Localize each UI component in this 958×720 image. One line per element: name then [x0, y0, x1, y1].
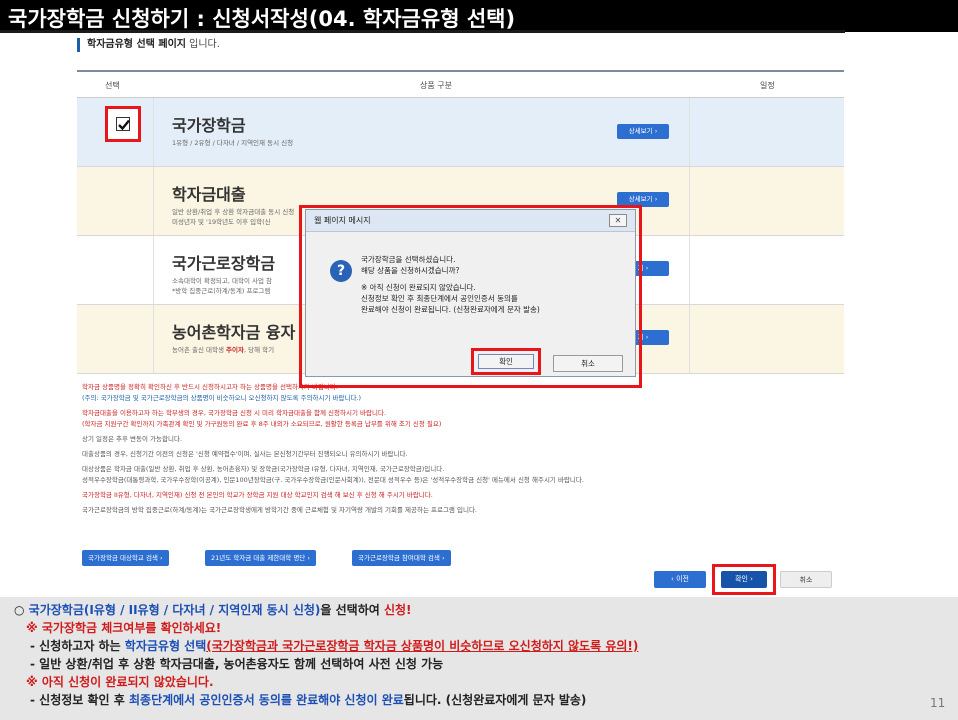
- product-name: 농어촌학자금 융자: [172, 323, 296, 342]
- school-search-button[interactable]: 국가장학금 대상학교 검색 ›: [82, 550, 169, 566]
- work-univ-search-button[interactable]: 국가근로장학금 참여대학 검색 ›: [352, 550, 451, 566]
- dialog-line: ※ 아직 신청이 완료되지 않았습니다.: [361, 283, 476, 292]
- checkbox-highlight: [105, 106, 141, 142]
- detail-button[interactable]: 상세보기 ›: [617, 124, 669, 139]
- sub-heading-bold: 학자금유형 선택 페이지: [87, 39, 186, 50]
- page-number: 11: [930, 696, 946, 710]
- note-line: 상기 일정은 추후 변동이 가능합니다.: [82, 435, 183, 443]
- product-name: 국가장학금: [172, 116, 246, 135]
- header-product: 상품 구분: [420, 81, 452, 90]
- note-line: 국가근로장학금의 방학 집중근로(하계/동계)는 국가근로장학생에게 방학기간 …: [82, 506, 477, 514]
- schedule-cell: [689, 98, 844, 166]
- ok-button[interactable]: 확인 ›: [721, 571, 767, 588]
- header-select: 선택: [105, 81, 120, 90]
- question-icon: ?: [330, 260, 352, 282]
- select-cell: [77, 236, 154, 304]
- instruction-line: ※ 아직 신청이 완료되지 않았습니다.: [26, 675, 214, 689]
- dialog-line: 해당 상품을 신청하시겠습니까?: [361, 266, 460, 275]
- header-schedule: 일정: [760, 81, 775, 90]
- dialog-ok-button[interactable]: 확인: [478, 354, 534, 369]
- schedule-cell: [689, 167, 844, 235]
- note-line: 대출상품의 경우, 신청기간 이전의 신청은 '신청 예약접수'이며, 실사는 …: [82, 450, 408, 458]
- select-cell: [77, 305, 154, 373]
- page-title: 국가장학금 신청하기 : 신청서작성(04. 학자금유형 선택): [8, 7, 516, 31]
- note-line: 학자금대출을 이용하고자 하는 학부생의 경우, 국가장학금 신청 시 미리 학…: [82, 409, 442, 428]
- dialog-line: 완료해야 신청이 완료됩니다. (신청완료자에게 문자 발송): [361, 305, 540, 314]
- checkmark-icon: [118, 119, 130, 131]
- table-header: 선택 상품 구분 일정: [77, 72, 844, 98]
- instruction-panel: ○ 국가장학금(I유형 / II유형 / 다자녀 / 지역인재 동시 신청)을 …: [0, 597, 958, 720]
- dialog-cancel-button[interactable]: 취소: [553, 355, 623, 372]
- instruction-line: - 신청하고자 하는 학자금유형 선택(국가장학금과 국가근로장학금 학자금 상…: [30, 639, 639, 653]
- schedule-cell: [689, 305, 844, 373]
- row-national-scholarship[interactable]: 국가장학금 1유형 / 2유형 / 다자녀 / 지역인재 동시 신청 상세보기 …: [77, 98, 844, 167]
- note-line: 국가장학금 II유형, 다자녀, 지역인재) 신청 전 본인의 학교가 장학금 …: [82, 491, 433, 499]
- select-cell: [77, 167, 154, 235]
- loan-restricted-list-button[interactable]: 21년도 학자금 대출 제한대학 명단 ›: [205, 550, 316, 566]
- national-scholarship-checkbox[interactable]: [116, 117, 130, 131]
- dialog-line: 국가장학금을 선택하셨습니다.: [361, 255, 456, 264]
- instruction-line: ※ 국가장학금 체크여부를 확인하세요!: [26, 621, 222, 635]
- product-name: 학자금대출: [172, 185, 246, 204]
- close-icon[interactable]: ✕: [609, 214, 627, 227]
- title-bar: 국가장학금 신청하기 : 신청서작성(04. 학자금유형 선택): [0, 0, 958, 33]
- dialog-title: 웹 페이지 메시지: [314, 216, 371, 225]
- instruction-line: - 신청정보 확인 후 최종단계에서 공인인증서 동의를 완료해야 신청이 완료…: [30, 693, 587, 707]
- ok-button-highlight: 확인 ›: [712, 564, 776, 595]
- product-desc: 소속대학이 확정되고, 대학이 사업 참 *방학 집중근로(하계/동계) 프로그램: [172, 277, 273, 295]
- sub-heading: 학자금유형 선택 페이지 입니다.: [77, 38, 220, 52]
- product-desc: 1유형 / 2유형 / 다자녀 / 지역인재 동시 신청: [172, 139, 294, 147]
- instruction-line: - 일반 상환/취업 후 상환 학자금대출, 농어촌융자도 함께 선택하여 사전…: [30, 657, 444, 671]
- confirm-dialog: 웹 페이지 메시지 ✕ ? 국가장학금을 선택하셨습니다. 해당 상품을 신청하…: [305, 209, 636, 377]
- schedule-cell: [689, 236, 844, 304]
- dialog-message: 국가장학금을 선택하셨습니다. 해당 상품을 신청하시겠습니까? ※ 아직 신청…: [361, 254, 540, 315]
- sub-heading-rest: 입니다.: [185, 39, 220, 50]
- dialog-titlebar: 웹 페이지 메시지 ✕: [306, 210, 635, 232]
- product-desc: 농어촌 출신 대학생 주이자, 당해 학기: [172, 346, 275, 354]
- title-underline: [0, 30, 845, 33]
- prev-button[interactable]: ‹ 이전: [654, 571, 706, 588]
- cancel-button[interactable]: 취소: [780, 571, 832, 588]
- note-line: 대상상품은 학자금 대출(일반 상환, 취업 후 상환, 농어촌융자) 및 장학…: [82, 465, 584, 484]
- product-desc: 일반 상환/취업 후 상환 학자금대출 동시 신청 미성년자 및 '19학년도 이…: [172, 208, 295, 226]
- instruction-line: ○ 국가장학금(I유형 / II유형 / 다자녀 / 지역인재 동시 신청)을 …: [14, 603, 412, 617]
- dialog-line: 신청정보 확인 후 최종단계에서 공인인증서 동의를: [361, 294, 518, 303]
- product-name: 국가근로장학금: [172, 254, 276, 273]
- dialog-ok-highlight: 확인: [471, 348, 541, 375]
- notes-section: 학자금 상품명을 정확히 확인하신 후 반드시 신청하시고자 하는 상품명을 선…: [82, 382, 842, 520]
